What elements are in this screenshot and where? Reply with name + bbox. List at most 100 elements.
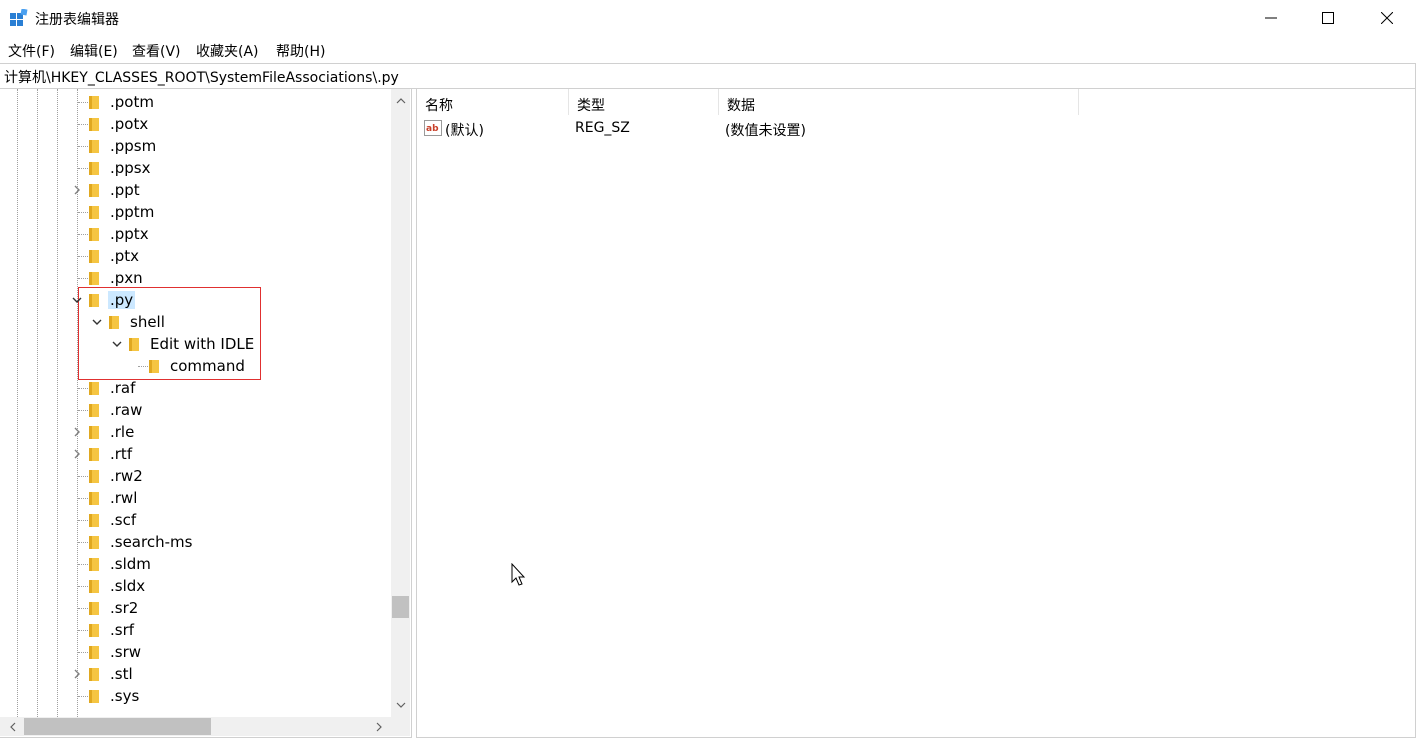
expand-toggle[interactable] (110, 336, 124, 352)
chevron-down-icon (92, 319, 102, 325)
tree-connector (78, 542, 88, 543)
tree-connector (78, 256, 88, 257)
scroll-left-button[interactable] (4, 717, 21, 736)
tree-node[interactable]: Edit with IDLE (0, 333, 391, 355)
tree-node[interactable]: .ppsx (0, 157, 391, 179)
values-pane[interactable]: 名称 类型 数据 ab (默认) REG_SZ (数值未设置) (416, 88, 1416, 738)
tree-node[interactable]: command (0, 355, 391, 377)
tree-node[interactable]: .search-ms (0, 531, 391, 553)
folder-icon (89, 382, 99, 395)
folder-icon (89, 118, 99, 131)
tree-vertical-scrollbar[interactable] (391, 89, 410, 717)
close-button[interactable] (1364, 0, 1410, 36)
value-row[interactable]: ab (默认) REG_SZ (数值未设置) (417, 117, 1217, 139)
mouse-cursor-icon (511, 563, 526, 586)
tree-node[interactable]: .rw2 (0, 465, 391, 487)
column-header-data[interactable]: 数据 (719, 89, 1079, 115)
tree-connector (78, 410, 88, 411)
tree-node-label: .pptm (110, 203, 155, 221)
address-bar[interactable]: 计算机\HKEY_CLASSES_ROOT\SystemFileAssociat… (0, 63, 1416, 89)
tree-connector (78, 608, 88, 609)
tree-horizontal-scrollbar[interactable] (0, 717, 391, 736)
expand-toggle[interactable] (70, 292, 84, 308)
column-header-name[interactable]: 名称 (417, 89, 569, 115)
tree-node[interactable]: .ptx (0, 245, 391, 267)
tree-node-label: .pptx (110, 225, 149, 243)
tree-connector (78, 630, 88, 631)
scroll-thumb[interactable] (24, 718, 211, 735)
tree-node[interactable]: .rwl (0, 487, 391, 509)
menu-view[interactable]: 查看(V) (132, 41, 181, 61)
tree-node[interactable]: .ppsm (0, 135, 391, 157)
tree-node[interactable]: .ppt (0, 179, 391, 201)
folder-icon (89, 294, 99, 307)
tree-connector (78, 124, 88, 125)
tree-node[interactable]: .potx (0, 113, 391, 135)
tree-node[interactable]: .stl (0, 663, 391, 685)
folder-icon (89, 272, 99, 285)
tree-node-label: .potm (110, 93, 154, 111)
tree-node[interactable]: .rle (0, 421, 391, 443)
menu-help[interactable]: 帮助(H) (276, 41, 325, 61)
menu-bar: 文件(F) 编辑(E) 查看(V) 收藏夹(A) 帮助(H) (0, 38, 1418, 62)
folder-icon (89, 470, 99, 483)
folder-icon (89, 162, 99, 175)
column-header-label: 名称 (425, 98, 453, 114)
folder-icon (89, 250, 99, 263)
tree-node[interactable]: .pptm (0, 201, 391, 223)
tree-node-label: .ppsm (110, 137, 157, 155)
tree-connector (78, 146, 88, 147)
tree-node-label: .raw (110, 401, 143, 419)
folder-icon (89, 624, 99, 637)
folder-icon (89, 426, 99, 439)
tree-node[interactable]: .srw (0, 641, 391, 663)
tree-node[interactable]: .sys (0, 685, 391, 707)
tree-node[interactable]: .sldx (0, 575, 391, 597)
tree-node-label: .sldx (110, 577, 146, 595)
folder-icon (149, 360, 159, 373)
scroll-right-button[interactable] (370, 717, 387, 736)
tree-node-label: .pxn (110, 269, 143, 287)
registry-editor-icon (10, 9, 28, 26)
string-value-icon: ab (424, 120, 442, 136)
svg-text:ab: ab (426, 124, 439, 134)
menu-edit[interactable]: 编辑(E) (70, 41, 118, 61)
maximize-button[interactable] (1305, 0, 1351, 36)
tree-node[interactable]: .srf (0, 619, 391, 641)
collapse-toggle[interactable] (70, 666, 84, 682)
tree-connector (78, 520, 88, 521)
tree-connector (78, 278, 88, 279)
collapse-toggle[interactable] (70, 446, 84, 462)
chevron-right-icon (74, 669, 80, 679)
chevron-up-icon (396, 97, 405, 103)
tree-node[interactable]: shell (0, 311, 391, 333)
key-tree-pane[interactable]: .potm .potx .ppsm .ppsx .ppt .pptm .pptx .ptx .p… (0, 88, 412, 738)
menu-favorites[interactable]: 收藏夹(A) (196, 41, 259, 61)
tree-node[interactable]: .pxn (0, 267, 391, 289)
tree-node[interactable]: .sr2 (0, 597, 391, 619)
minimize-button[interactable] (1248, 0, 1294, 36)
collapse-toggle[interactable] (70, 424, 84, 440)
tree-node-label: .ptx (110, 247, 140, 265)
scroll-thumb[interactable] (392, 596, 409, 618)
tree-node[interactable]: .raw (0, 399, 391, 421)
chevron-right-icon (376, 722, 382, 731)
tree-node[interactable]: .sldm (0, 553, 391, 575)
tree-node-label: .search-ms (110, 533, 193, 551)
tree-node[interactable]: .pptx (0, 223, 391, 245)
scroll-down-button[interactable] (391, 696, 410, 713)
tree-node[interactable]: .potm (0, 91, 391, 113)
tree-node[interactable]: .rtf (0, 443, 391, 465)
column-header-type[interactable]: 类型 (569, 89, 719, 115)
tree-node[interactable]: .scf (0, 509, 391, 531)
tree-node[interactable]: .py (0, 289, 391, 311)
expand-toggle[interactable] (90, 314, 104, 330)
menu-file[interactable]: 文件(F) (8, 41, 55, 61)
tree-node[interactable]: .raf (0, 377, 391, 399)
address-path: 计算机\HKEY_CLASSES_ROOT\SystemFileAssociat… (4, 70, 399, 86)
column-header-label: 类型 (577, 98, 605, 114)
folder-icon (89, 514, 99, 527)
folder-icon (89, 96, 99, 109)
collapse-toggle[interactable] (70, 182, 84, 198)
scroll-up-button[interactable] (391, 92, 410, 109)
